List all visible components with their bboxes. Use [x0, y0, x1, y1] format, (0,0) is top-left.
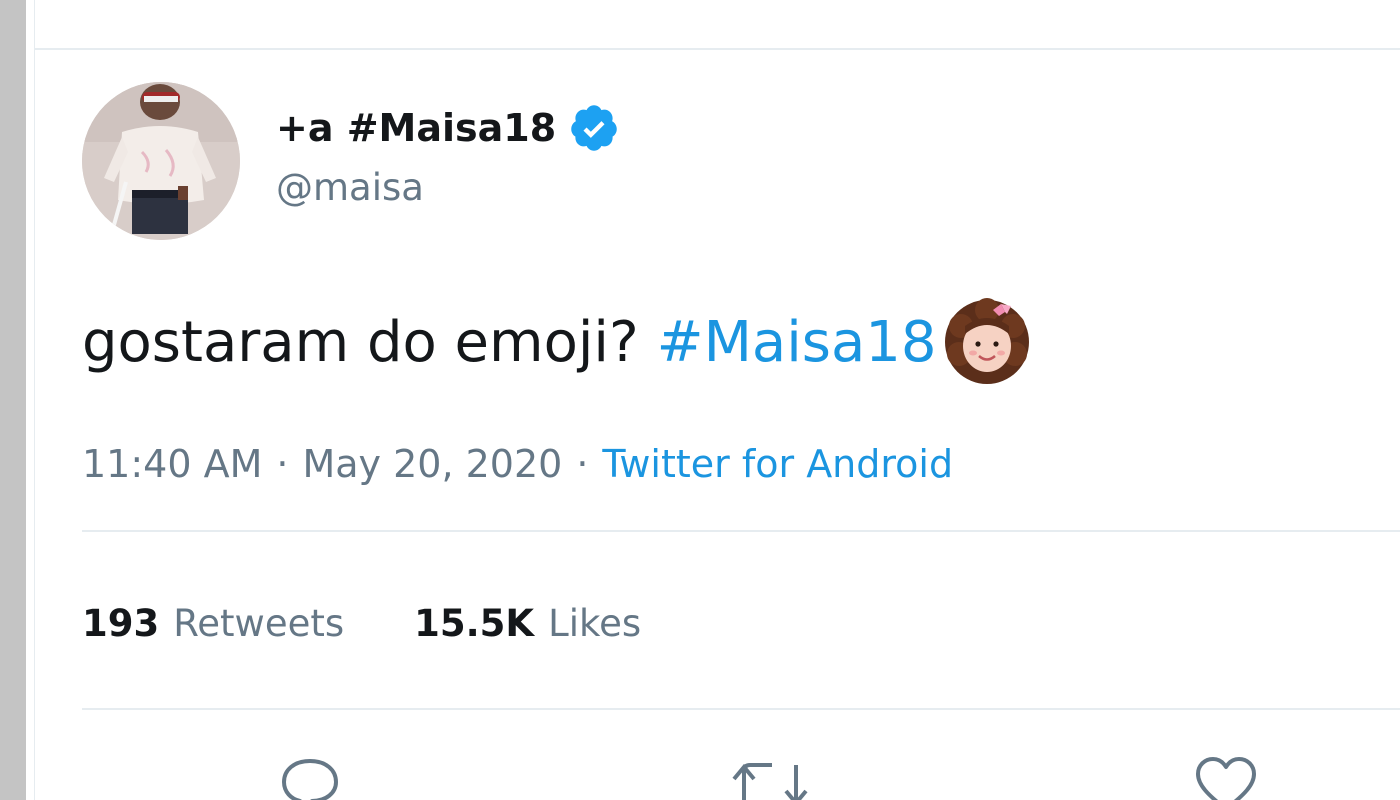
reply-icon[interactable] [278, 755, 342, 800]
retweet-icon[interactable] [732, 755, 808, 800]
meta-separator: · [576, 442, 589, 486]
tweet-card [34, 0, 1400, 800]
tweet-date[interactable]: May 20, 2020 [302, 442, 562, 486]
heart-icon[interactable] [1194, 755, 1258, 800]
hashflag-emoji-icon [941, 296, 1033, 388]
scrollbar-rail[interactable] [0, 0, 26, 800]
verified-badge-icon [568, 102, 620, 154]
top-divider [34, 48, 1400, 50]
tweet-source-link[interactable]: Twitter for Android [602, 442, 953, 486]
meta-separator: · [276, 442, 289, 486]
retweets-label: Retweets [173, 602, 345, 645]
avatar[interactable] [82, 82, 240, 240]
tweet-time[interactable]: 11:40 AM [82, 442, 262, 486]
user-handle[interactable]: @maisa [276, 166, 424, 209]
likes-stat[interactable]: 15.5K Likes [414, 602, 641, 645]
tweet-stats: 193 Retweets 15.5K Likes [82, 602, 641, 645]
page: +a #Maisa18 @maisa gostaram do emoji? #M… [0, 0, 1400, 800]
tweet-meta: 11:40 AM · May 20, 2020 · Twitter for An… [82, 442, 953, 486]
display-name-text[interactable]: +a #Maisa18 [276, 106, 556, 150]
likes-count: 15.5K [414, 602, 535, 645]
tweet-body: gostaram do emoji? [82, 309, 639, 375]
avatar-photo [82, 82, 240, 240]
display-name[interactable]: +a #Maisa18 [276, 102, 620, 154]
retweets-count: 193 [82, 602, 160, 645]
likes-label: Likes [548, 602, 642, 645]
hashtag-link[interactable]: #Maisa18 [657, 310, 937, 375]
stats-bottom-divider [82, 708, 1400, 710]
retweets-stat[interactable]: 193 Retweets [82, 602, 344, 645]
stats-top-divider [82, 530, 1400, 532]
tweet-text: gostaram do emoji? #Maisa18 [82, 298, 1033, 384]
